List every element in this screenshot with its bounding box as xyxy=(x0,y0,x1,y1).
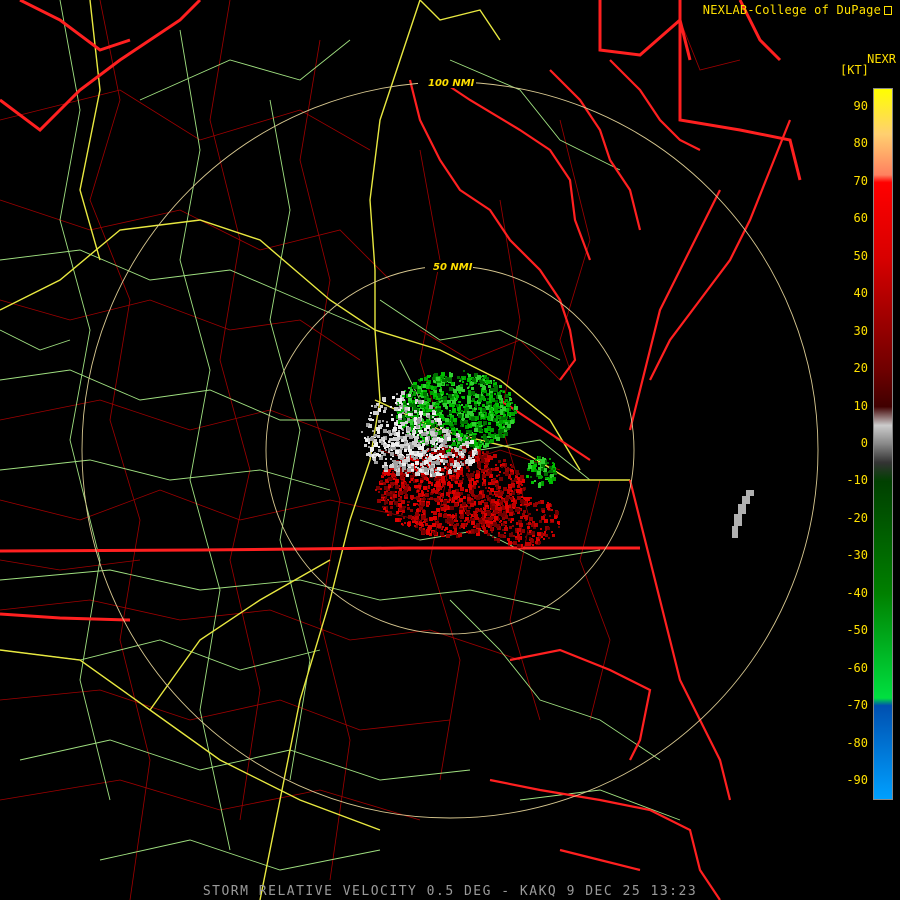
credit-text: NEXLAB-College of DuPage xyxy=(702,3,881,17)
legend-tick-label: 90 xyxy=(853,98,868,113)
product-caption: STORM RELATIVE VELOCITY 0.5 DEG - KAKQ 9… xyxy=(202,884,698,899)
legend-tick-label: -20 xyxy=(846,510,868,525)
legend-tick-label: 80 xyxy=(853,136,868,151)
legend-tick-label: 30 xyxy=(853,323,868,338)
range-ring-50-label: 50 NMI xyxy=(433,262,473,273)
legend-tick-label: -40 xyxy=(846,585,868,600)
legend-unit: [KT] xyxy=(840,63,869,77)
legend-tick-label: 10 xyxy=(853,398,868,413)
legend-tick-label: -60 xyxy=(846,660,868,675)
legend-tick-label: -30 xyxy=(846,548,868,563)
legend-tick-label: 20 xyxy=(853,361,868,376)
legend-tick-label: 70 xyxy=(853,173,868,188)
legend-tick-label: -70 xyxy=(846,698,868,713)
legend-tick-label: -80 xyxy=(846,735,868,750)
legend-tick-label: -90 xyxy=(846,773,868,788)
legend-tick-label: 50 xyxy=(853,248,868,263)
legend-tick-label: 40 xyxy=(853,286,868,301)
legend-tick-label: -10 xyxy=(846,473,868,488)
legend-tick-label: 0 xyxy=(860,436,868,450)
range-ring-100-label: 100 NMI xyxy=(428,78,475,89)
nexlab-logo-icon xyxy=(884,6,892,15)
legend-color-bar xyxy=(873,88,893,800)
legend-product: NEXR xyxy=(867,52,896,66)
legend-tick-label: -50 xyxy=(846,623,868,638)
credit-banner: NEXLAB-College of DuPage xyxy=(703,3,892,17)
radar-map: 100 NMI 50 NMI xyxy=(0,0,900,900)
legend-tick-label: 60 xyxy=(853,211,868,226)
